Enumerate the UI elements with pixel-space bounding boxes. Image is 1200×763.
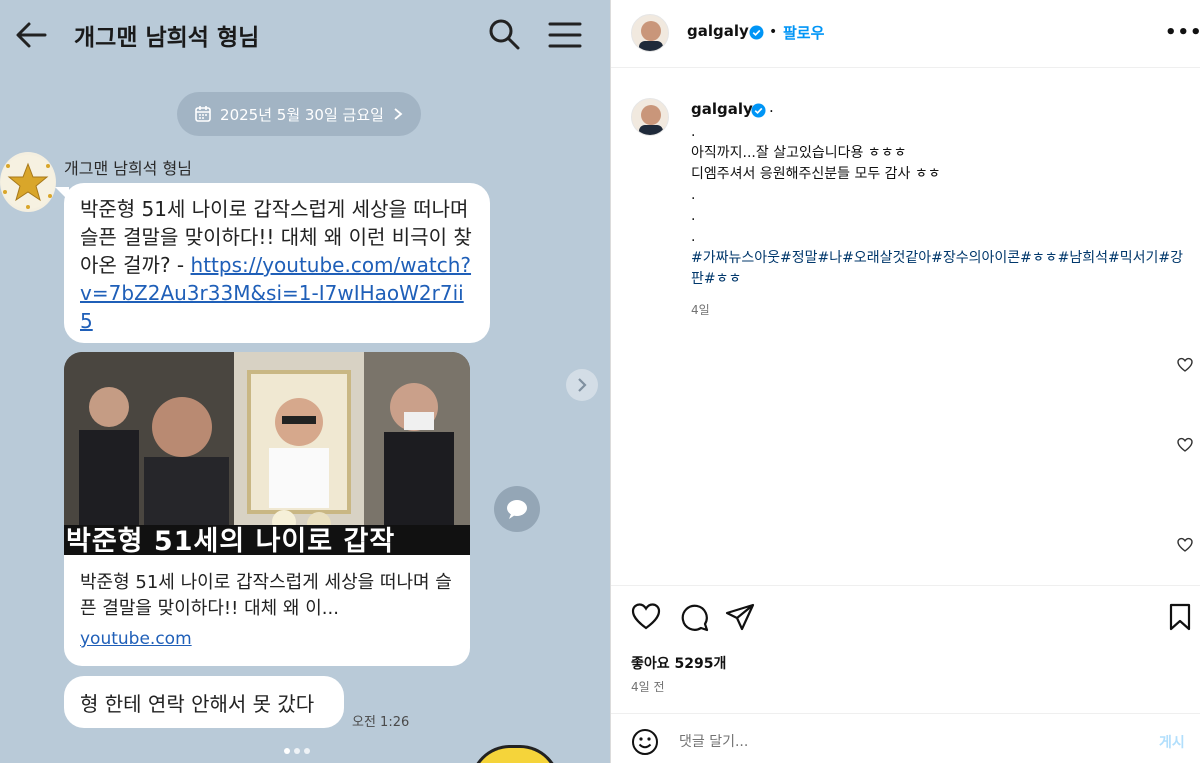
video-thumbnail: 박준형 51세의 나이로 갑작 <box>64 352 470 555</box>
more-options-icon[interactable]: ••• <box>1165 22 1200 43</box>
sender-name: 개그맨 남희석 형님 <box>64 159 192 178</box>
caption-username[interactable]: galgaly <box>691 100 753 118</box>
share-send-icon[interactable] <box>725 602 755 632</box>
sender-avatar[interactable] <box>0 152 56 212</box>
verified-badge-icon <box>749 25 764 40</box>
likes-count[interactable]: 좋아요 5295개 <box>631 653 726 673</box>
caption-line: 디엠주셔서 응원해주신분들 모두 감사 ㅎㅎ <box>691 166 941 182</box>
date-divider[interactable]: 2025년 5월 30일 금요일 <box>177 92 421 136</box>
chevron-right-icon <box>394 108 403 120</box>
emoticon-preview <box>470 745 560 763</box>
chat-header: 개그맨 남희석 형님 <box>0 0 610 70</box>
username[interactable]: galgaly <box>687 22 749 40</box>
menu-icon[interactable] <box>548 20 582 50</box>
post-caption: . 아직까지...잘 살고있습니다용 ㅎㅎㅎ 디엠주셔서 응원해주신분들 모두 … <box>691 122 1191 290</box>
heart-icon[interactable] <box>1177 437 1193 453</box>
comment-icon <box>507 500 527 519</box>
chat-title: 개그맨 남희석 형님 <box>74 25 260 51</box>
page-dot <box>284 748 290 754</box>
caption-age: 4일 <box>691 303 710 317</box>
post-actions: 좋아요 5295개 4일 전 <box>611 585 1200 705</box>
follow-button[interactable]: 팔로우 <box>783 22 824 43</box>
caption-line: . <box>691 124 696 140</box>
caption-line: . <box>691 208 696 224</box>
caption-first: . <box>769 98 774 116</box>
message-text: 형 한테 연락 안해서 못 갔다 <box>80 692 315 716</box>
post-comment-button[interactable]: 게시 <box>1159 732 1185 752</box>
avatar[interactable] <box>631 98 669 136</box>
heart-icon[interactable] <box>1177 357 1193 373</box>
chevron-right-icon <box>578 378 587 392</box>
bookmark-icon[interactable] <box>1165 602 1195 632</box>
date-label: 2025년 5월 30일 금요일 <box>220 105 384 124</box>
like-heart-icon[interactable] <box>631 602 661 632</box>
heart-icon[interactable] <box>1177 537 1193 553</box>
card-domain[interactable]: youtube.com <box>80 629 192 649</box>
page-dot <box>294 748 300 754</box>
verified-badge-icon <box>751 103 766 118</box>
card-title: 박준형 51세 나이로 갑작스럽게 세상을 떠나며 슬픈 결말을 맞이하다!! … <box>80 572 452 619</box>
avatar[interactable] <box>631 14 669 52</box>
emoji-icon[interactable] <box>631 728 659 756</box>
separator-dot: • <box>769 24 778 40</box>
message-bubble[interactable]: 형 한테 연락 안해서 못 갔다 <box>64 676 344 728</box>
message-time: 오전 1:26 <box>352 715 410 730</box>
star-avatar-image <box>1 155 55 209</box>
comment-bubble-icon[interactable] <box>679 602 709 632</box>
caption-line: . <box>691 187 696 203</box>
comment-input[interactable] <box>679 730 1099 754</box>
chat-screen: 개그맨 남희석 형님 2025년 5월 30일 금요일 개그맨 남희석 형님 박… <box>0 0 610 763</box>
caption-line: . <box>691 229 696 245</box>
calendar-icon <box>195 106 211 122</box>
caption-line: 아직까지...잘 살고있습니다용 ㅎㅎㅎ <box>691 145 907 161</box>
page-indicator <box>284 748 310 754</box>
message-bubble[interactable]: 박준형 51세 나이로 갑작스럽게 세상을 떠나며 슬픈 결말을 맞이하다!! … <box>55 183 490 343</box>
comment-bar: 게시 <box>611 713 1200 763</box>
page-dot <box>304 748 310 754</box>
share-button[interactable] <box>566 369 598 401</box>
thumbnail-caption: 박준형 51세의 나이로 갑작 <box>64 525 470 555</box>
back-arrow-icon[interactable] <box>14 20 48 50</box>
search-icon[interactable] <box>488 18 520 50</box>
post-header: galgaly • 팔로우 ••• <box>611 0 1200 68</box>
post-timestamp: 4일 전 <box>631 680 665 694</box>
link-preview-card[interactable]: 박준형 51세의 나이로 갑작 박준형 51세 나이로 갑작스럽게 세상을 떠나… <box>64 352 470 666</box>
hashtags[interactable]: #가짜뉴스아웃#정말#나#오래살것같아#장수의아이콘#ㅎㅎ#남희석#믹서기#강판… <box>691 248 1191 290</box>
instagram-post: galgaly • 팔로우 ••• galgaly . . 아직까지...잘 살… <box>610 0 1200 763</box>
comment-button[interactable] <box>494 486 540 532</box>
